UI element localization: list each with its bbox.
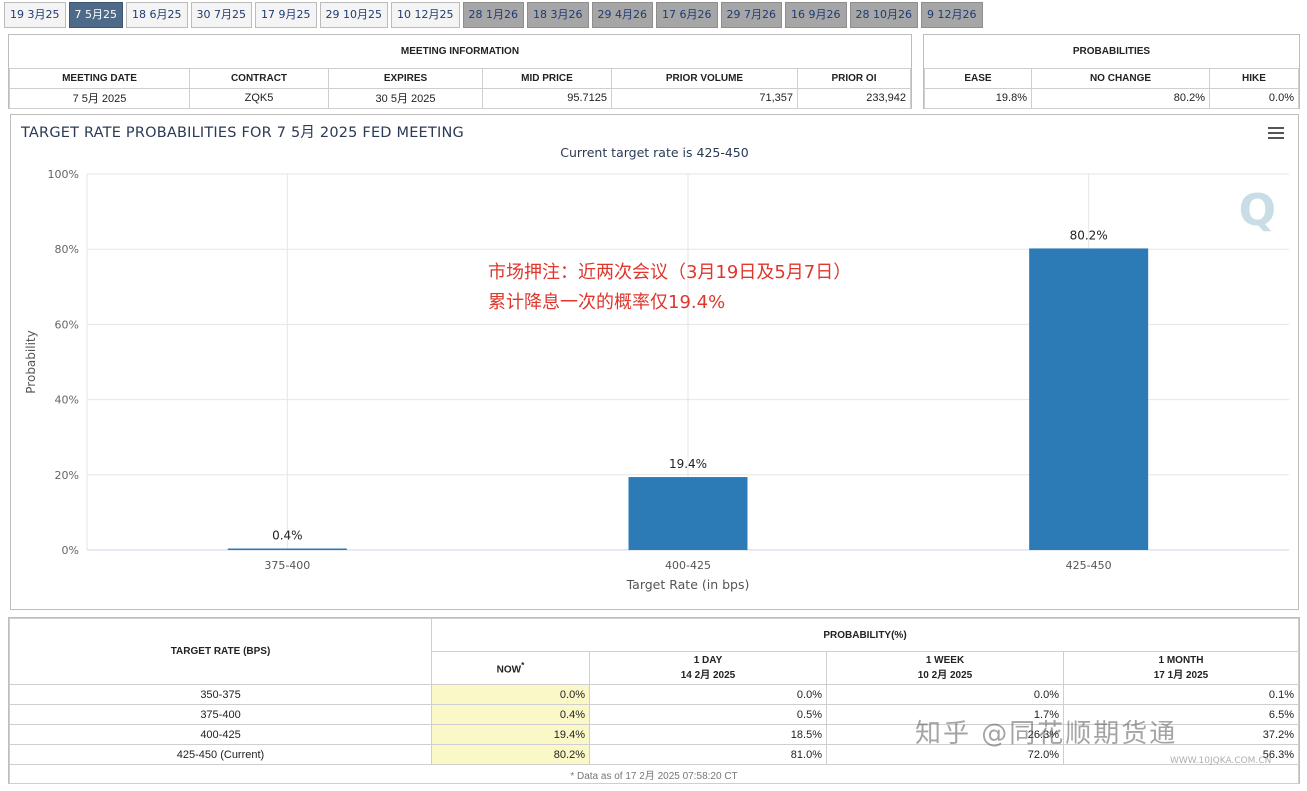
tab-meeting[interactable]: 28 1月26: [462, 2, 524, 28]
month-label: 1 MONTH: [1158, 655, 1204, 666]
rate-cell: 400-425: [9, 724, 432, 745]
bar-chart: 0% 20% 40% 60% 80% 100% 0.4% 375-400 19.4% 400-42…: [24, 168, 1289, 592]
probabilities-panel: PROBABILITIES EASE NO CHANGE HIKE 19.8% …: [923, 34, 1300, 109]
meeting-tabs: 19 3月25 7 5月25 18 6月25 30 7月25 17 9月25 29 10月…: [4, 2, 983, 28]
meeting-information-panel: MEETING INFORMATION MEETING DATE CONTRAC…: [8, 34, 912, 109]
header-target-rate: TARGET RATE (BPS): [9, 618, 432, 685]
y-tick-label: 40%: [55, 394, 79, 407]
rate-cell: 425-450 (Current): [9, 744, 432, 765]
probability-cell: 0.4%: [431, 704, 590, 725]
now-marker: *: [521, 660, 525, 671]
month-date: 17 1月 2025: [1153, 670, 1209, 681]
probability-cell: 81.0%: [589, 744, 827, 765]
day-label: 1 DAY: [693, 655, 723, 666]
contract-value: ZQK5: [189, 87, 329, 109]
tab-meeting[interactable]: 30 7月25: [190, 2, 252, 28]
mid-price-value: 95.7125: [482, 87, 612, 109]
bar: [1029, 248, 1149, 550]
annotation-line-1: 市场押注：近两次会议（3月19日及5月7日）: [488, 262, 852, 283]
y-tick-label: 20%: [55, 469, 79, 482]
data-footnote: * Data as of 17 2月 2025 07:58:20 CT: [9, 764, 1299, 784]
tab-meeting[interactable]: 18 3月26: [527, 2, 589, 28]
prior-volume-value: 71,357: [611, 87, 798, 109]
hike-value: 0.0%: [1209, 87, 1299, 109]
rate-cell: 375-400: [9, 704, 432, 725]
week-date: 10 2月 2025: [917, 670, 973, 681]
tab-meeting[interactable]: 9 12月26: [921, 2, 983, 28]
watermark-url: WWW.10JQKA.COM.CN: [1170, 756, 1272, 766]
probability-cell: 0.0%: [826, 684, 1064, 705]
tab-meeting[interactable]: 18 6月25: [126, 2, 188, 28]
watermark-text: 知乎 @同花顺期货通: [915, 719, 1178, 749]
header-probability: PROBABILITY(%): [431, 618, 1299, 652]
header-contract: CONTRACT: [189, 67, 329, 89]
header-now: NOW*: [431, 651, 590, 685]
probability-cell: 0.5%: [589, 704, 827, 725]
bar-value-label: 80.2%: [1070, 228, 1108, 242]
tab-meeting[interactable]: 16 9月26: [785, 2, 847, 28]
header-prior-oi: PRIOR OI: [797, 67, 911, 89]
header-1-day: 1 DAY 14 2月 2025: [589, 651, 827, 685]
annotation-text: 市场押注：近两次会议（3月19日及5月7日） 累计降息一次的概率仅19.4%: [488, 258, 851, 318]
tab-meeting[interactable]: 29 10月25: [319, 2, 388, 28]
tab-meeting[interactable]: 29 7月26: [720, 2, 782, 28]
y-tick-label: 80%: [55, 243, 79, 256]
header-1-week: 1 WEEK 10 2月 2025: [826, 651, 1064, 685]
prior-oi-value: 233,942: [797, 87, 911, 109]
annotation-line-2: 累计降息一次的概率仅19.4%: [488, 292, 726, 313]
tab-meeting[interactable]: 19 3月25: [4, 2, 66, 28]
header-hike: HIKE: [1209, 67, 1299, 89]
header-mid-price: MID PRICE: [482, 67, 612, 89]
probability-cell: 18.5%: [589, 724, 827, 745]
tab-meeting[interactable]: 28 10月26: [849, 2, 918, 28]
x-axis-title: Target Rate (in bps): [626, 577, 750, 592]
header-meeting-date: MEETING DATE: [9, 67, 190, 89]
bar: [227, 548, 347, 550]
header-ease: EASE: [924, 67, 1032, 89]
bar-value-label: 0.4%: [272, 528, 303, 542]
tab-meeting[interactable]: 7 5月25: [68, 2, 123, 28]
header-expires: EXPIRES: [328, 67, 483, 89]
now-label: NOW: [496, 664, 522, 676]
y-tick-label: 60%: [55, 318, 79, 331]
bar-value-label: 19.4%: [669, 457, 707, 471]
probability-cell: 0.0%: [431, 684, 590, 705]
x-tick-label: 425-450: [1066, 559, 1112, 572]
ease-value: 19.8%: [924, 87, 1032, 109]
meeting-info-title: MEETING INFORMATION: [9, 35, 911, 69]
tab-meeting[interactable]: 17 9月25: [255, 2, 317, 28]
tab-meeting[interactable]: 10 12月25: [391, 2, 460, 28]
expires-value: 30 5月 2025: [328, 87, 483, 109]
tab-meeting[interactable]: 29 4月26: [591, 2, 653, 28]
probability-cell: 0.1%: [1063, 684, 1299, 705]
header-no-change: NO CHANGE: [1031, 67, 1210, 89]
table-row: 350-375 0.0% 0.0% 0.0% 0.1%: [9, 684, 1299, 705]
x-tick-label: 400-425: [665, 559, 711, 572]
tab-meeting[interactable]: 17 6月26: [656, 2, 718, 28]
target-rate-chart-panel: TARGET RATE PROBABILITIES FOR 7 5月 2025 …: [10, 114, 1299, 610]
day-date: 14 2月 2025: [680, 670, 736, 681]
probability-cell: 19.4%: [431, 724, 590, 745]
probability-cell: 80.2%: [431, 744, 590, 765]
probabilities-title: PROBABILITIES: [924, 35, 1299, 69]
no-change-value: 80.2%: [1031, 87, 1210, 109]
x-tick-label: 375-400: [264, 559, 310, 572]
rate-cell: 350-375: [9, 684, 432, 705]
header-prior-volume: PRIOR VOLUME: [611, 67, 798, 89]
probability-cell: 0.0%: [589, 684, 827, 705]
y-axis-title: Probability: [24, 330, 38, 393]
meeting-date-value: 7 5月 2025: [9, 87, 190, 109]
header-1-month: 1 MONTH 17 1月 2025: [1063, 651, 1299, 685]
y-tick-label: 0%: [62, 544, 79, 557]
y-tick-label: 100%: [48, 168, 79, 181]
bar: [628, 477, 748, 550]
week-label: 1 WEEK: [925, 655, 965, 666]
probability-table-panel: TARGET RATE (BPS) PROBABILITY(%) NOW* 1 …: [8, 617, 1300, 784]
